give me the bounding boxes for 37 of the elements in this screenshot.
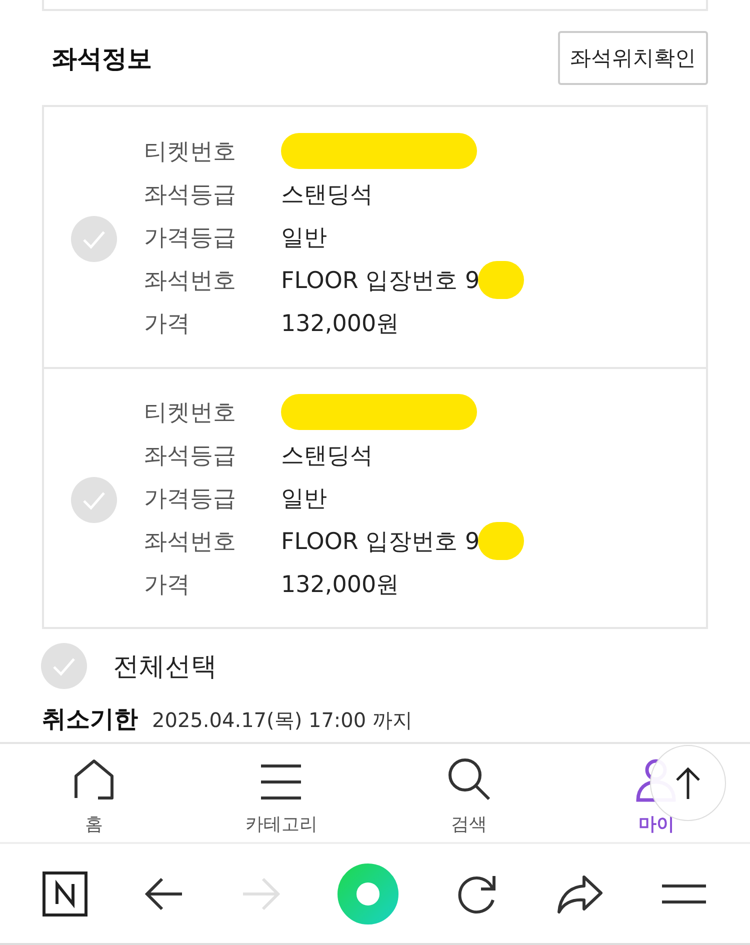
field-label: 티켓번호 (144, 398, 237, 428)
field-value: 일반 (281, 224, 327, 252)
field-value: FLOOR 입장번호 9 (281, 266, 480, 296)
deadline-label: 취소기한 (42, 704, 138, 735)
field-label: 좌석등급 (144, 442, 237, 470)
field-label: 좌석번호 (144, 266, 237, 296)
tab-item[interactable]: 카테고리 (188, 744, 375, 842)
home-icon (72, 758, 116, 802)
checkbox[interactable] (71, 216, 117, 262)
field-value: 132,000원 (281, 310, 400, 338)
deadline-value: 2025.04.17(목) 17:00 까지 (152, 707, 412, 734)
field-value: 일반 (281, 484, 327, 514)
field-value: 132,000원 (281, 570, 400, 600)
field-value: FLOOR 입장번호 9 (281, 528, 480, 556)
n-logo-icon[interactable] (42, 870, 88, 916)
field-label: 가격 (144, 310, 191, 338)
up-arrow-icon (675, 766, 701, 800)
field-label: 가격등급 (144, 224, 237, 252)
field-label: 티켓번호 (144, 138, 237, 166)
field-label: 좌석번호 (144, 528, 237, 556)
field-value: 스탠딩석 (281, 442, 373, 470)
field-label: 좌석등급 (144, 180, 237, 210)
menu-icon[interactable] (660, 882, 708, 906)
checkbox[interactable] (71, 477, 117, 523)
back-arrow-icon[interactable] (144, 876, 184, 912)
share-arrow-icon[interactable] (556, 874, 604, 914)
seat-location-button[interactable]: 좌석위치확인 (558, 31, 708, 85)
section-title: 좌석정보 (52, 42, 152, 74)
field-label: 가격 (144, 570, 191, 600)
search-icon (446, 756, 492, 802)
field-value: 스탠딩석 (281, 180, 373, 210)
menu-icon (259, 762, 304, 802)
field-label: 가격등급 (144, 484, 237, 514)
checkbox[interactable] (41, 643, 87, 689)
tab-item[interactable]: 홈 (0, 744, 188, 842)
select-all-label: 전체선택 (113, 650, 217, 684)
tab-item[interactable]: 검색 (375, 744, 562, 842)
